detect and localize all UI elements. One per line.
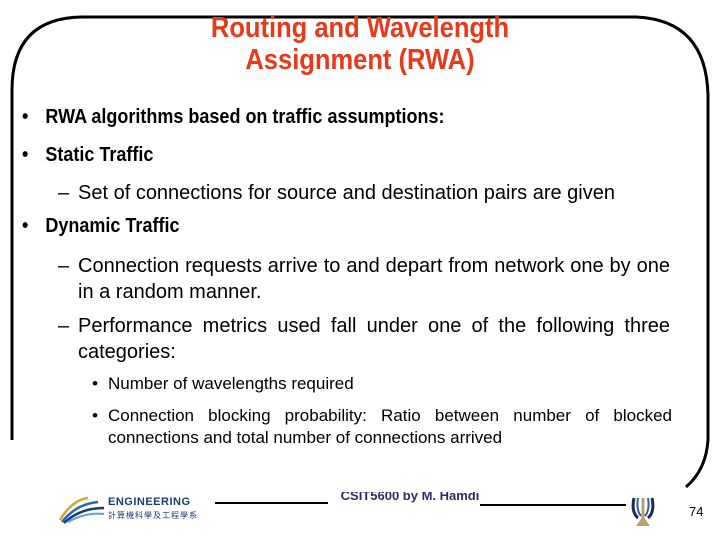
bullet-dynamic-traffic: • Dynamic Traffic <box>22 215 180 237</box>
sub-sub-bullet-wavelengths: • Number of wavelengths required <box>92 374 354 393</box>
department-logo: ENGINEERING 計算機科學及工程學系 <box>58 494 218 526</box>
bullet-static-traffic: • Static Traffic <box>22 144 154 166</box>
slide-title: Routing and Wavelength Assignment (RWA) <box>43 12 677 76</box>
dash-icon: – <box>58 255 70 277</box>
bullet-rwa-algorithms: • RWA algorithms based on traffic assumpt… <box>22 106 445 128</box>
bullet-dot-icon: • <box>22 106 29 128</box>
page-number: 74 <box>689 504 704 519</box>
university-logo <box>626 494 660 528</box>
bullet-dot-icon: • <box>22 144 29 166</box>
footer-course-text: CSIT5600 by M. Hamdi <box>340 492 480 503</box>
sub-sub-bullet-blocking-probability: • Connection blocking probability: Ratio … <box>92 406 672 447</box>
title-line-1: Routing and Wavelength <box>210 12 510 44</box>
bullet-dot-icon: • <box>22 215 29 237</box>
university-logo-icon <box>631 497 655 526</box>
title-line-2: Assignment (RWA) <box>245 44 475 76</box>
bullet-dot-icon: • <box>92 374 98 393</box>
department-name-chinese: 計算機科學及工程學系 <box>108 511 198 520</box>
department-logo-icon <box>58 496 105 524</box>
department-name: ENGINEERING <box>108 496 191 508</box>
sub-bullet-connection-requests: – Connection requests arrive to and depar… <box>58 255 670 303</box>
sub-bullet-static-set: – Set of connections for source and desti… <box>58 182 615 204</box>
dash-icon: – <box>58 315 70 337</box>
sub-bullet-performance-metrics: – Performance metrics used fall under one… <box>58 315 670 363</box>
bullet-dot-icon: • <box>92 406 98 425</box>
dash-icon: – <box>58 182 70 204</box>
